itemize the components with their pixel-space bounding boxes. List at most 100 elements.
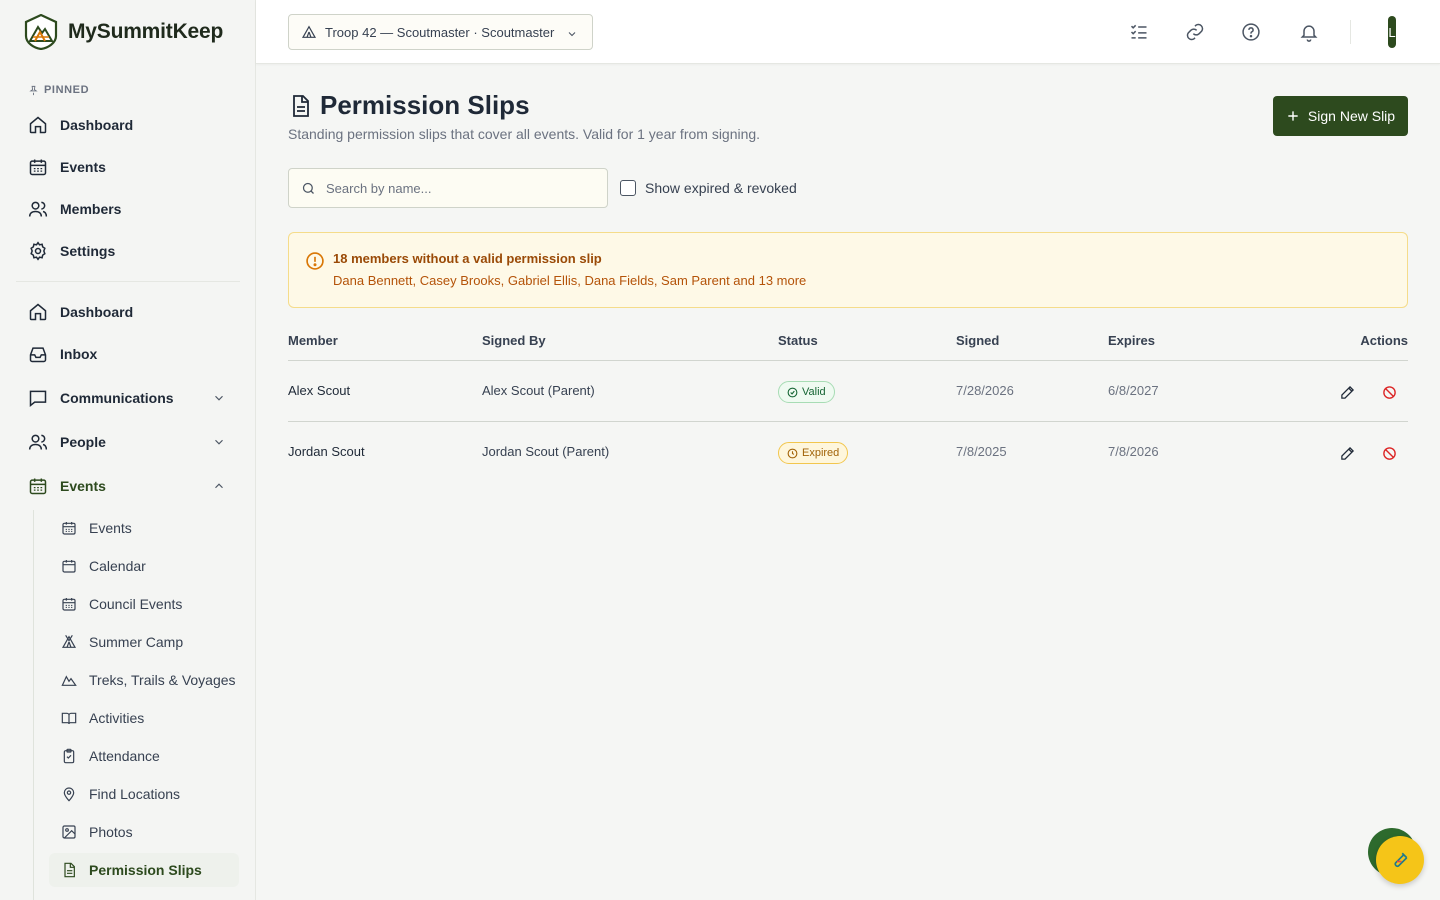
edit-icon[interactable]: [1338, 444, 1356, 462]
alert-title: 18 members without a valid permission sl…: [333, 251, 602, 266]
subnav-item-events[interactable]: Events: [49, 511, 239, 545]
sidebar-item-events[interactable]: Events: [16, 468, 240, 504]
signed-by: Jordan Scout (Parent): [482, 444, 610, 459]
document-icon: [288, 94, 312, 118]
revoke-icon[interactable]: [1380, 444, 1398, 462]
image-icon: [61, 824, 77, 840]
status-badge: Valid: [778, 381, 835, 403]
brand[interactable]: MySummitKeep: [24, 14, 223, 50]
calendar-icon: [61, 520, 77, 536]
home-icon: [28, 302, 48, 322]
map-pin-icon: [61, 786, 77, 802]
checklist-icon[interactable]: [1127, 20, 1151, 44]
subnav-item-permission-slips[interactable]: Permission Slips: [49, 853, 239, 887]
page-subtitle: Standing permission slips that cover all…: [288, 126, 761, 142]
tent-icon: [301, 24, 317, 40]
tent-icon: [61, 634, 77, 650]
sidebar: MySummitKeep PINNED Dashboard Events Mem…: [0, 0, 256, 900]
subnav-item-activities[interactable]: Activities: [49, 701, 239, 735]
chevron-down-icon[interactable]: [212, 391, 226, 405]
pinned-section-label: PINNED: [28, 84, 89, 96]
subnav-item-summer-camp[interactable]: Summer Camp: [49, 625, 239, 659]
test-tube-fab-button[interactable]: [1376, 836, 1424, 884]
sidebar-item-dashboard[interactable]: Dashboard: [16, 294, 240, 330]
clock-icon: [787, 448, 798, 459]
sign-new-slip-button[interactable]: Sign New Slip: [1273, 96, 1408, 136]
subnav-item-attendance[interactable]: Attendance: [49, 739, 239, 773]
bell-icon[interactable]: [1297, 20, 1321, 44]
pin-icon: [28, 85, 39, 96]
document-icon: [61, 862, 77, 878]
main-content: Permission Slips Standing permission sli…: [288, 64, 1408, 900]
avatar[interactable]: L: [1388, 16, 1396, 48]
sidebar-divider: [16, 281, 240, 282]
search-input[interactable]: [326, 180, 586, 196]
pinned-item-events[interactable]: Events: [16, 149, 240, 185]
chevron-down-icon: [566, 28, 578, 40]
col-header-signed[interactable]: Signed: [956, 333, 999, 348]
member-name: Alex Scout: [288, 383, 351, 398]
pinned-item-members[interactable]: Members: [16, 191, 240, 227]
users-icon: [28, 199, 48, 219]
col-header-expires[interactable]: Expires: [1108, 333, 1155, 348]
col-header-member[interactable]: Member: [288, 333, 338, 348]
warning-circle-icon: [305, 251, 325, 271]
chat-icon: [28, 388, 48, 408]
calendar-icon: [28, 476, 48, 496]
chevron-down-icon[interactable]: [212, 435, 226, 449]
signed-by: Alex Scout (Parent): [482, 383, 595, 398]
alert-names: Dana Bennett, Casey Brooks, Gabriel Elli…: [333, 273, 807, 288]
subnav-item-council-events[interactable]: Council Events: [49, 587, 239, 621]
test-tube-icon: [1391, 851, 1409, 869]
home-icon: [28, 115, 48, 135]
mountain-logo-icon: [24, 14, 58, 50]
col-header-actions: Actions: [1360, 333, 1408, 348]
pinned-item-settings[interactable]: Settings: [16, 233, 240, 269]
brand-name: MySummitKeep: [68, 20, 224, 43]
search-icon: [301, 181, 316, 196]
topbar-separator: [1350, 20, 1351, 44]
check-circle-icon: [787, 387, 798, 398]
show-expired-checkbox[interactable]: [620, 180, 636, 196]
help-icon[interactable]: [1239, 20, 1263, 44]
revoke-icon[interactable]: [1380, 383, 1398, 401]
search-box[interactable]: [288, 168, 608, 208]
submenu-rail: [33, 510, 34, 900]
signed-date: 7/8/2025: [956, 444, 1007, 459]
link-icon[interactable]: [1183, 20, 1207, 44]
subnav-item-calendar[interactable]: Calendar: [49, 549, 239, 583]
calendar-icon: [61, 596, 77, 612]
expires-date: 6/8/2027: [1108, 383, 1159, 398]
col-header-status[interactable]: Status: [778, 333, 818, 348]
inbox-icon: [28, 344, 48, 364]
book-icon: [61, 710, 77, 726]
edit-icon[interactable]: [1338, 383, 1356, 401]
status-badge: Expired: [778, 442, 849, 464]
subnav-item-find-locations[interactable]: Find Locations: [49, 777, 239, 811]
page-title: Permission Slips: [320, 90, 530, 120]
sidebar-item-people[interactable]: People: [16, 424, 240, 460]
calendar-icon: [61, 558, 77, 574]
topbar: Troop 42 — Scoutmaster · Scoutmaster L: [256, 0, 1440, 64]
subnav-item-treks[interactable]: Treks, Trails & Voyages: [49, 663, 239, 697]
col-header-signed-by[interactable]: Signed By: [482, 333, 546, 348]
page-header: Permission Slips: [288, 90, 530, 121]
mountain-icon: [61, 672, 77, 688]
subnav-item-photos[interactable]: Photos: [49, 815, 239, 849]
sidebar-item-inbox[interactable]: Inbox: [16, 336, 240, 372]
signed-date: 7/28/2026: [956, 383, 1014, 398]
users-icon: [28, 432, 48, 452]
plus-icon: [1286, 109, 1300, 123]
show-expired-toggle[interactable]: Show expired & revoked: [620, 180, 797, 196]
missing-slips-alert: 18 members without a valid permission sl…: [288, 232, 1408, 308]
pinned-item-dashboard[interactable]: Dashboard: [16, 107, 240, 143]
calendar-icon: [28, 157, 48, 177]
expires-date: 7/8/2026: [1108, 444, 1159, 459]
troop-selector[interactable]: Troop 42 — Scoutmaster · Scoutmaster: [288, 14, 593, 50]
chevron-up-icon[interactable]: [212, 479, 226, 493]
gear-icon: [28, 241, 48, 261]
clipboard-icon: [61, 748, 77, 764]
sidebar-item-communications[interactable]: Communications: [16, 380, 240, 416]
table-row: Jordan Scout Jordan Scout (Parent) Expir…: [288, 422, 1408, 483]
member-name: Jordan Scout: [288, 444, 365, 459]
